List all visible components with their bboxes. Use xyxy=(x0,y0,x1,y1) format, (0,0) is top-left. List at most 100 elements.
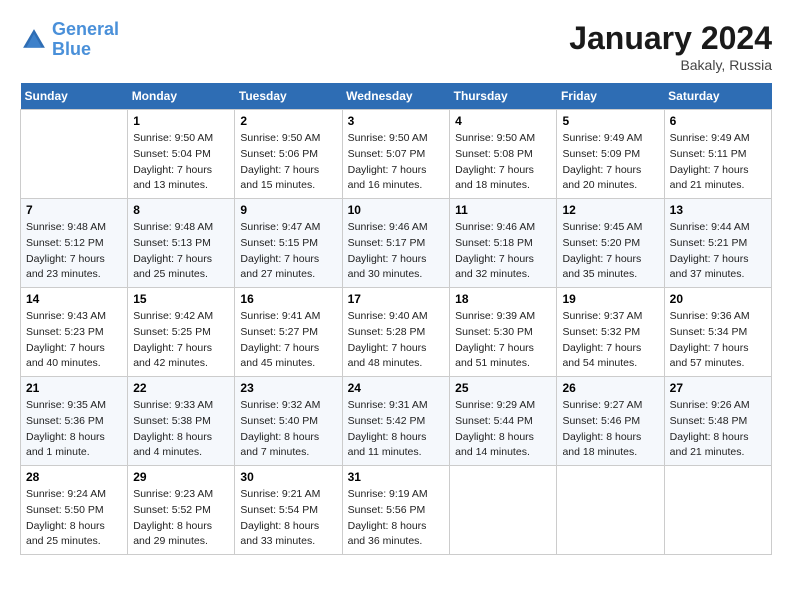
day-detail: Sunrise: 9:50 AMSunset: 5:06 PMDaylight:… xyxy=(240,131,336,194)
day-detail: Sunrise: 9:40 AMSunset: 5:28 PMDaylight:… xyxy=(348,309,445,372)
day-cell: 17 Sunrise: 9:40 AMSunset: 5:28 PMDayligh… xyxy=(342,288,450,377)
day-cell: 20Sunrise: 9:36 AMSunset: 5:34 PMDayligh… xyxy=(664,288,771,377)
day-number: 25 xyxy=(455,381,551,395)
day-detail: Sunrise: 9:41 AMSunset: 5:27 PMDaylight:… xyxy=(240,309,336,372)
day-cell: 10 Sunrise: 9:46 AMSunset: 5:17 PMDayligh… xyxy=(342,199,450,288)
logo: General Blue xyxy=(20,20,119,60)
day-cell: 15 Sunrise: 9:42 AMSunset: 5:25 PMDayligh… xyxy=(128,288,235,377)
day-number: 19 xyxy=(562,292,658,306)
day-number: 27 xyxy=(670,381,766,395)
day-detail: Sunrise: 9:35 AMSunset: 5:36 PMDaylight:… xyxy=(26,398,122,461)
day-cell xyxy=(557,466,664,555)
day-detail: Sunrise: 9:24 AMSunset: 5:50 PMDaylight:… xyxy=(26,487,122,550)
week-row-3: 14 Sunrise: 9:43 AMSunset: 5:23 PMDayligh… xyxy=(21,288,772,377)
day-number: 10 xyxy=(348,203,445,217)
day-number: 31 xyxy=(348,470,445,484)
day-cell: 26Sunrise: 9:27 AMSunset: 5:46 PMDayligh… xyxy=(557,377,664,466)
day-detail: Sunrise: 9:29 AMSunset: 5:44 PMDaylight:… xyxy=(455,398,551,461)
title-block: January 2024 Bakaly, Russia xyxy=(569,20,772,73)
day-detail: Sunrise: 9:32 AMSunset: 5:40 PMDaylight:… xyxy=(240,398,336,461)
day-detail: Sunrise: 9:50 AMSunset: 5:04 PMDaylight:… xyxy=(133,131,229,194)
day-detail: Sunrise: 9:46 AMSunset: 5:17 PMDaylight:… xyxy=(348,220,445,283)
day-number: 23 xyxy=(240,381,336,395)
day-number: 20 xyxy=(670,292,766,306)
day-detail: Sunrise: 9:48 AMSunset: 5:12 PMDaylight:… xyxy=(26,220,122,283)
logo-line2: Blue xyxy=(52,39,91,59)
day-cell: 8 Sunrise: 9:48 AMSunset: 5:13 PMDaylight… xyxy=(128,199,235,288)
logo-text: General Blue xyxy=(52,20,119,60)
day-detail: Sunrise: 9:39 AMSunset: 5:30 PMDaylight:… xyxy=(455,309,551,372)
calendar-table: SundayMondayTuesdayWednesdayThursdayFrid… xyxy=(20,83,772,555)
day-cell: 9 Sunrise: 9:47 AMSunset: 5:15 PMDaylight… xyxy=(235,199,342,288)
day-cell xyxy=(21,110,128,199)
day-detail: Sunrise: 9:21 AMSunset: 5:54 PMDaylight:… xyxy=(240,487,336,550)
day-number: 29 xyxy=(133,470,229,484)
day-detail: Sunrise: 9:48 AMSunset: 5:13 PMDaylight:… xyxy=(133,220,229,283)
day-detail: Sunrise: 9:43 AMSunset: 5:23 PMDaylight:… xyxy=(26,309,122,372)
day-number: 3 xyxy=(348,114,445,128)
day-number: 14 xyxy=(26,292,122,306)
week-row-2: 7 Sunrise: 9:48 AMSunset: 5:12 PMDaylight… xyxy=(21,199,772,288)
day-number: 28 xyxy=(26,470,122,484)
day-number: 5 xyxy=(562,114,658,128)
day-detail: Sunrise: 9:45 AMSunset: 5:20 PMDaylight:… xyxy=(562,220,658,283)
day-detail: Sunrise: 9:50 AMSunset: 5:07 PMDaylight:… xyxy=(348,131,445,194)
day-number: 17 xyxy=(348,292,445,306)
day-cell: 28 Sunrise: 9:24 AMSunset: 5:50 PMDayligh… xyxy=(21,466,128,555)
day-number: 13 xyxy=(670,203,766,217)
day-number: 30 xyxy=(240,470,336,484)
day-cell: 16Sunrise: 9:41 AMSunset: 5:27 PMDayligh… xyxy=(235,288,342,377)
weekday-header-thursday: Thursday xyxy=(450,83,557,110)
weekday-header-monday: Monday xyxy=(128,83,235,110)
day-number: 15 xyxy=(133,292,229,306)
weekday-header-sunday: Sunday xyxy=(21,83,128,110)
day-cell: 2 Sunrise: 9:50 AMSunset: 5:06 PMDaylight… xyxy=(235,110,342,199)
day-detail: Sunrise: 9:49 AMSunset: 5:11 PMDaylight:… xyxy=(670,131,766,194)
weekday-header-friday: Friday xyxy=(557,83,664,110)
day-cell: 30 Sunrise: 9:21 AMSunset: 5:54 PMDayligh… xyxy=(235,466,342,555)
day-detail: Sunrise: 9:46 AMSunset: 5:18 PMDaylight:… xyxy=(455,220,551,283)
weekday-header-wednesday: Wednesday xyxy=(342,83,450,110)
day-cell: 1 Sunrise: 9:50 AMSunset: 5:04 PMDaylight… xyxy=(128,110,235,199)
page-header: General Blue January 2024 Bakaly, Russia xyxy=(20,20,772,73)
day-number: 11 xyxy=(455,203,551,217)
day-number: 9 xyxy=(240,203,336,217)
day-number: 18 xyxy=(455,292,551,306)
day-detail: Sunrise: 9:26 AMSunset: 5:48 PMDaylight:… xyxy=(670,398,766,461)
day-number: 12 xyxy=(562,203,658,217)
day-cell: 3 Sunrise: 9:50 AMSunset: 5:07 PMDaylight… xyxy=(342,110,450,199)
day-cell: 18 Sunrise: 9:39 AMSunset: 5:30 PMDayligh… xyxy=(450,288,557,377)
day-number: 6 xyxy=(670,114,766,128)
logo-line1: General xyxy=(52,19,119,39)
day-number: 1 xyxy=(133,114,229,128)
day-detail: Sunrise: 9:37 AMSunset: 5:32 PMDaylight:… xyxy=(562,309,658,372)
day-cell: 29 Sunrise: 9:23 AMSunset: 5:52 PMDayligh… xyxy=(128,466,235,555)
day-cell: 25 Sunrise: 9:29 AMSunset: 5:44 PMDayligh… xyxy=(450,377,557,466)
day-cell xyxy=(450,466,557,555)
day-cell xyxy=(664,466,771,555)
day-detail: Sunrise: 9:42 AMSunset: 5:25 PMDaylight:… xyxy=(133,309,229,372)
day-detail: Sunrise: 9:23 AMSunset: 5:52 PMDaylight:… xyxy=(133,487,229,550)
day-number: 21 xyxy=(26,381,122,395)
day-cell: 11 Sunrise: 9:46 AMSunset: 5:18 PMDayligh… xyxy=(450,199,557,288)
day-detail: Sunrise: 9:27 AMSunset: 5:46 PMDaylight:… xyxy=(562,398,658,461)
day-detail: Sunrise: 9:47 AMSunset: 5:15 PMDaylight:… xyxy=(240,220,336,283)
day-cell: 7 Sunrise: 9:48 AMSunset: 5:12 PMDaylight… xyxy=(21,199,128,288)
day-detail: Sunrise: 9:50 AMSunset: 5:08 PMDaylight:… xyxy=(455,131,551,194)
day-cell: 31Sunrise: 9:19 AMSunset: 5:56 PMDayligh… xyxy=(342,466,450,555)
day-number: 2 xyxy=(240,114,336,128)
day-detail: Sunrise: 9:33 AMSunset: 5:38 PMDaylight:… xyxy=(133,398,229,461)
day-number: 24 xyxy=(348,381,445,395)
day-cell: 27 Sunrise: 9:26 AMSunset: 5:48 PMDayligh… xyxy=(664,377,771,466)
day-cell: 13 Sunrise: 9:44 AMSunset: 5:21 PMDayligh… xyxy=(664,199,771,288)
day-cell: 22Sunrise: 9:33 AMSunset: 5:38 PMDayligh… xyxy=(128,377,235,466)
week-row-4: 21 Sunrise: 9:35 AMSunset: 5:36 PMDayligh… xyxy=(21,377,772,466)
day-number: 7 xyxy=(26,203,122,217)
day-cell: 5Sunrise: 9:49 AMSunset: 5:09 PMDaylight… xyxy=(557,110,664,199)
week-row-5: 28 Sunrise: 9:24 AMSunset: 5:50 PMDayligh… xyxy=(21,466,772,555)
weekday-header-saturday: Saturday xyxy=(664,83,771,110)
day-cell: 6 Sunrise: 9:49 AMSunset: 5:11 PMDaylight… xyxy=(664,110,771,199)
day-number: 8 xyxy=(133,203,229,217)
day-detail: Sunrise: 9:31 AMSunset: 5:42 PMDaylight:… xyxy=(348,398,445,461)
day-detail: Sunrise: 9:44 AMSunset: 5:21 PMDaylight:… xyxy=(670,220,766,283)
